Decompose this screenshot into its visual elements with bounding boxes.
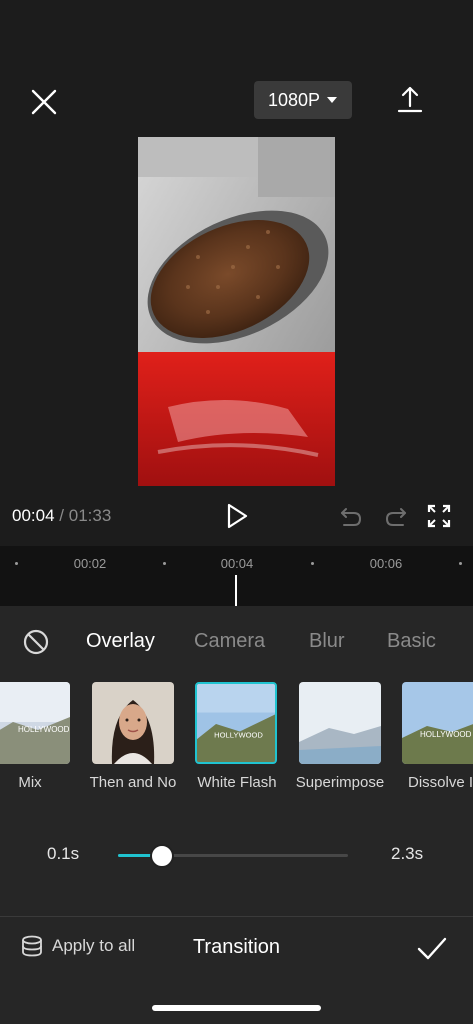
tick-dot <box>459 562 462 565</box>
transition-panel <box>0 606 473 1024</box>
fullscreen-icon <box>427 504 451 528</box>
transition-label: Superimpose <box>295 774 385 791</box>
undo-button[interactable] <box>338 503 364 529</box>
tick-dot <box>163 562 166 565</box>
tab-overlay[interactable]: Overlay <box>86 630 155 653</box>
close-icon <box>31 89 57 115</box>
superimpose-thumbnail-icon <box>299 682 381 764</box>
playhead[interactable] <box>235 575 237 606</box>
hollywood-thumbnail-icon: HOLLYWOOD <box>0 682 70 764</box>
video-preview[interactable] <box>138 137 335 486</box>
redo-icon <box>385 508 406 526</box>
transition-thumb-mix[interactable]: HOLLYWOOD <box>0 682 70 764</box>
total-time: 01:33 <box>68 506 112 525</box>
tab-blur[interactable]: Blur <box>309 630 345 653</box>
transition-label: Mix <box>18 774 42 791</box>
resolution-dropdown[interactable]: 1080P <box>254 81 352 119</box>
tick-dot <box>311 562 314 565</box>
svg-text:HOLLYWOOD: HOLLYWOOD <box>420 730 472 739</box>
tab-camera[interactable]: Camera <box>194 630 265 653</box>
transition-thumb-superimpose[interactable] <box>299 682 381 764</box>
hollywood-thumbnail-icon: HOLLYWOOD <box>197 684 275 762</box>
play-button[interactable] <box>224 502 250 530</box>
svg-text:HOLLYWOOD: HOLLYWOOD <box>18 725 70 734</box>
prohibited-icon <box>23 629 49 655</box>
close-button[interactable] <box>28 86 60 118</box>
duration-min-label: 0.1s <box>47 844 80 863</box>
time-separator: / <box>59 506 65 525</box>
transition-label: Dissolve I <box>408 774 473 791</box>
tick-label: 00:06 <box>369 556 403 571</box>
duration-max-label: 2.3s <box>391 844 424 863</box>
play-icon <box>227 503 248 529</box>
home-indicator <box>152 1005 321 1011</box>
tab-basic[interactable]: Basic <box>387 630 436 653</box>
caret-down-icon <box>327 97 338 103</box>
duration-slider-knob[interactable] <box>149 844 174 868</box>
export-icon <box>397 86 423 113</box>
playback-time: 00:04 / 01:33 <box>12 506 111 526</box>
tick-label: 00:02 <box>73 556 107 571</box>
svg-text:HOLLYWOOD: HOLLYWOOD <box>214 730 263 739</box>
hollywood-thumbnail-icon: HOLLYWOOD <box>402 682 473 764</box>
resolution-label: 1080P <box>267 89 321 110</box>
transition-label: White Flash <box>197 774 277 791</box>
confirm-button[interactable] <box>416 934 448 964</box>
checkmark-icon <box>417 937 447 960</box>
no-transition-button[interactable] <box>22 628 50 656</box>
tick-dot <box>15 562 18 565</box>
transition-thumb-white-flash[interactable]: HOLLYWOOD <box>195 682 277 764</box>
transition-label: Then and No <box>89 774 177 791</box>
panel-title: Transition <box>192 936 281 958</box>
redo-button[interactable] <box>383 503 409 529</box>
transition-thumb-then-and-now[interactable] <box>92 682 174 764</box>
fullscreen-button[interactable] <box>426 503 452 529</box>
portrait-thumbnail-icon <box>92 682 174 764</box>
export-button[interactable] <box>394 84 426 116</box>
undo-icon <box>341 508 362 526</box>
current-time: 00:04 <box>12 506 55 525</box>
video-frame-image <box>138 137 335 486</box>
tick-label: 00:04 <box>220 556 254 571</box>
transition-thumb-dissolve[interactable]: HOLLYWOOD <box>402 682 473 764</box>
divider <box>0 916 473 917</box>
